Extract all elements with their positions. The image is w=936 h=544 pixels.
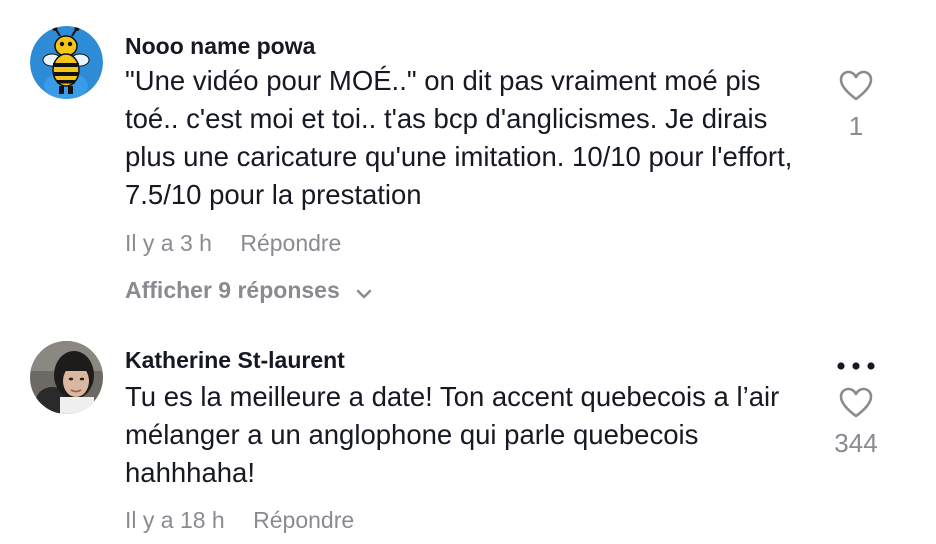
bee-avatar-icon (30, 26, 103, 99)
comment-text: "Une vidéo pour MOÉ.." on dit pas vraime… (125, 65, 793, 210)
reply-button[interactable]: Répondre (240, 230, 341, 256)
heart-outline-icon[interactable] (816, 387, 896, 424)
chevron-down-icon (356, 278, 372, 305)
like-control: 344 (816, 387, 896, 459)
like-count: 344 (834, 428, 878, 458)
avatar[interactable] (30, 26, 103, 99)
like-count: 1 (848, 111, 864, 141)
view-replies-label: Afficher 9 réponses (125, 277, 340, 303)
like-control: 1 (816, 70, 896, 142)
comment-meta: Il y a 3 h Répondre (125, 230, 341, 257)
more-dots-icon[interactable] (836, 358, 876, 376)
avatar[interactable] (30, 341, 103, 414)
comment-meta: Il y a 18 h Répondre (125, 507, 354, 534)
comment-item: Katherine St-laurent Tu es la meilleure … (0, 310, 936, 544)
comment-timestamp: Il y a 18 h (125, 507, 225, 533)
comment-username[interactable]: Nooo name powa (125, 33, 315, 60)
reply-button[interactable]: Répondre (253, 507, 354, 533)
comment-timestamp: Il y a 3 h (125, 230, 212, 256)
comment-username[interactable]: Katherine St-laurent (125, 347, 345, 374)
comment-item: Nooo name powa "Une vidéo pour MOÉ.." on… (0, 0, 936, 310)
comment-text: Tu es la meilleure a date! Ton accent qu… (125, 381, 780, 488)
view-replies-button[interactable]: Afficher 9 réponses (125, 277, 372, 305)
profile-photo-icon (30, 341, 103, 414)
heart-outline-icon[interactable] (816, 70, 896, 107)
